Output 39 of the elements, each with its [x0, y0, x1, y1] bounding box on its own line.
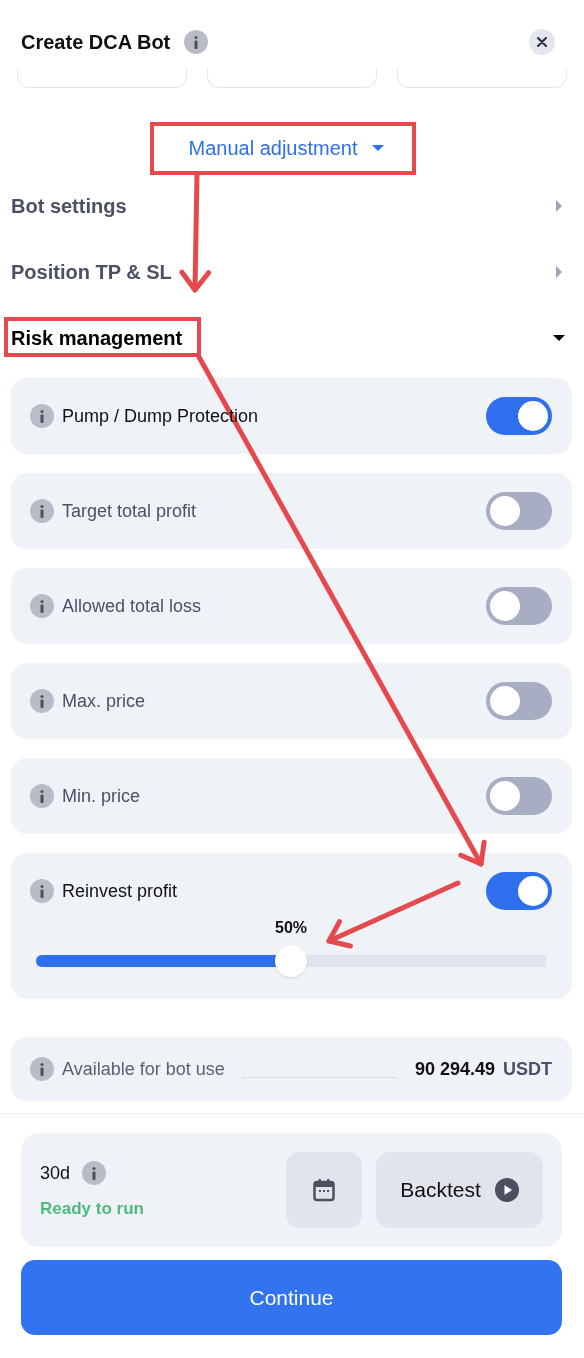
info-icon[interactable] [30, 689, 54, 713]
info-icon[interactable] [30, 784, 54, 808]
toggle-switch[interactable] [486, 492, 552, 530]
setting-label: Min. price [62, 785, 141, 807]
setting-label: Max. price [62, 690, 146, 712]
toggle-switch[interactable] [486, 777, 552, 815]
toggle-switch[interactable] [486, 397, 552, 435]
close-icon [537, 37, 547, 47]
mode-dropdown-link[interactable]: Manual adjustment [188, 136, 386, 160]
close-button[interactable] [529, 29, 555, 55]
calendar-icon [313, 1178, 335, 1202]
setting-label: Allowed total loss [62, 595, 202, 617]
section-header[interactable]: Risk management [0, 305, 584, 371]
info-icon[interactable] [30, 499, 54, 523]
setting-label: Target total profit [62, 500, 197, 522]
play-icon [494, 1178, 519, 1202]
section-header[interactable]: Bot settings [0, 173, 584, 239]
info-icon[interactable] [30, 1057, 54, 1081]
setting-label: Reinvest profit [62, 880, 178, 902]
balance-amount: 90 294.49 [414, 1058, 495, 1080]
toggle-switch[interactable] [486, 872, 552, 910]
info-icon[interactable] [30, 404, 54, 428]
currency-label: USDT [503, 1058, 552, 1080]
info-icon[interactable] [30, 594, 54, 618]
period-label: 30d [40, 1162, 71, 1184]
calendar-button[interactable] [286, 1152, 362, 1228]
continue-button[interactable]: Continue [21, 1260, 562, 1335]
section-header[interactable]: Position TP & SL [0, 239, 584, 305]
dialog-title: Create DCA Bot [21, 30, 171, 54]
balance-label: Available for bot use [62, 1058, 225, 1080]
toggle-switch[interactable] [486, 587, 552, 625]
slider-thumb[interactable] [275, 945, 307, 977]
toggle-switch[interactable] [486, 682, 552, 720]
slider-value: 50% [275, 919, 307, 937]
status-label: Ready to run [40, 1199, 144, 1219]
info-icon[interactable] [30, 879, 54, 903]
info-icon[interactable] [184, 30, 209, 54]
backtest-button[interactable]: Backtest [376, 1152, 543, 1228]
info-icon[interactable] [82, 1161, 107, 1185]
